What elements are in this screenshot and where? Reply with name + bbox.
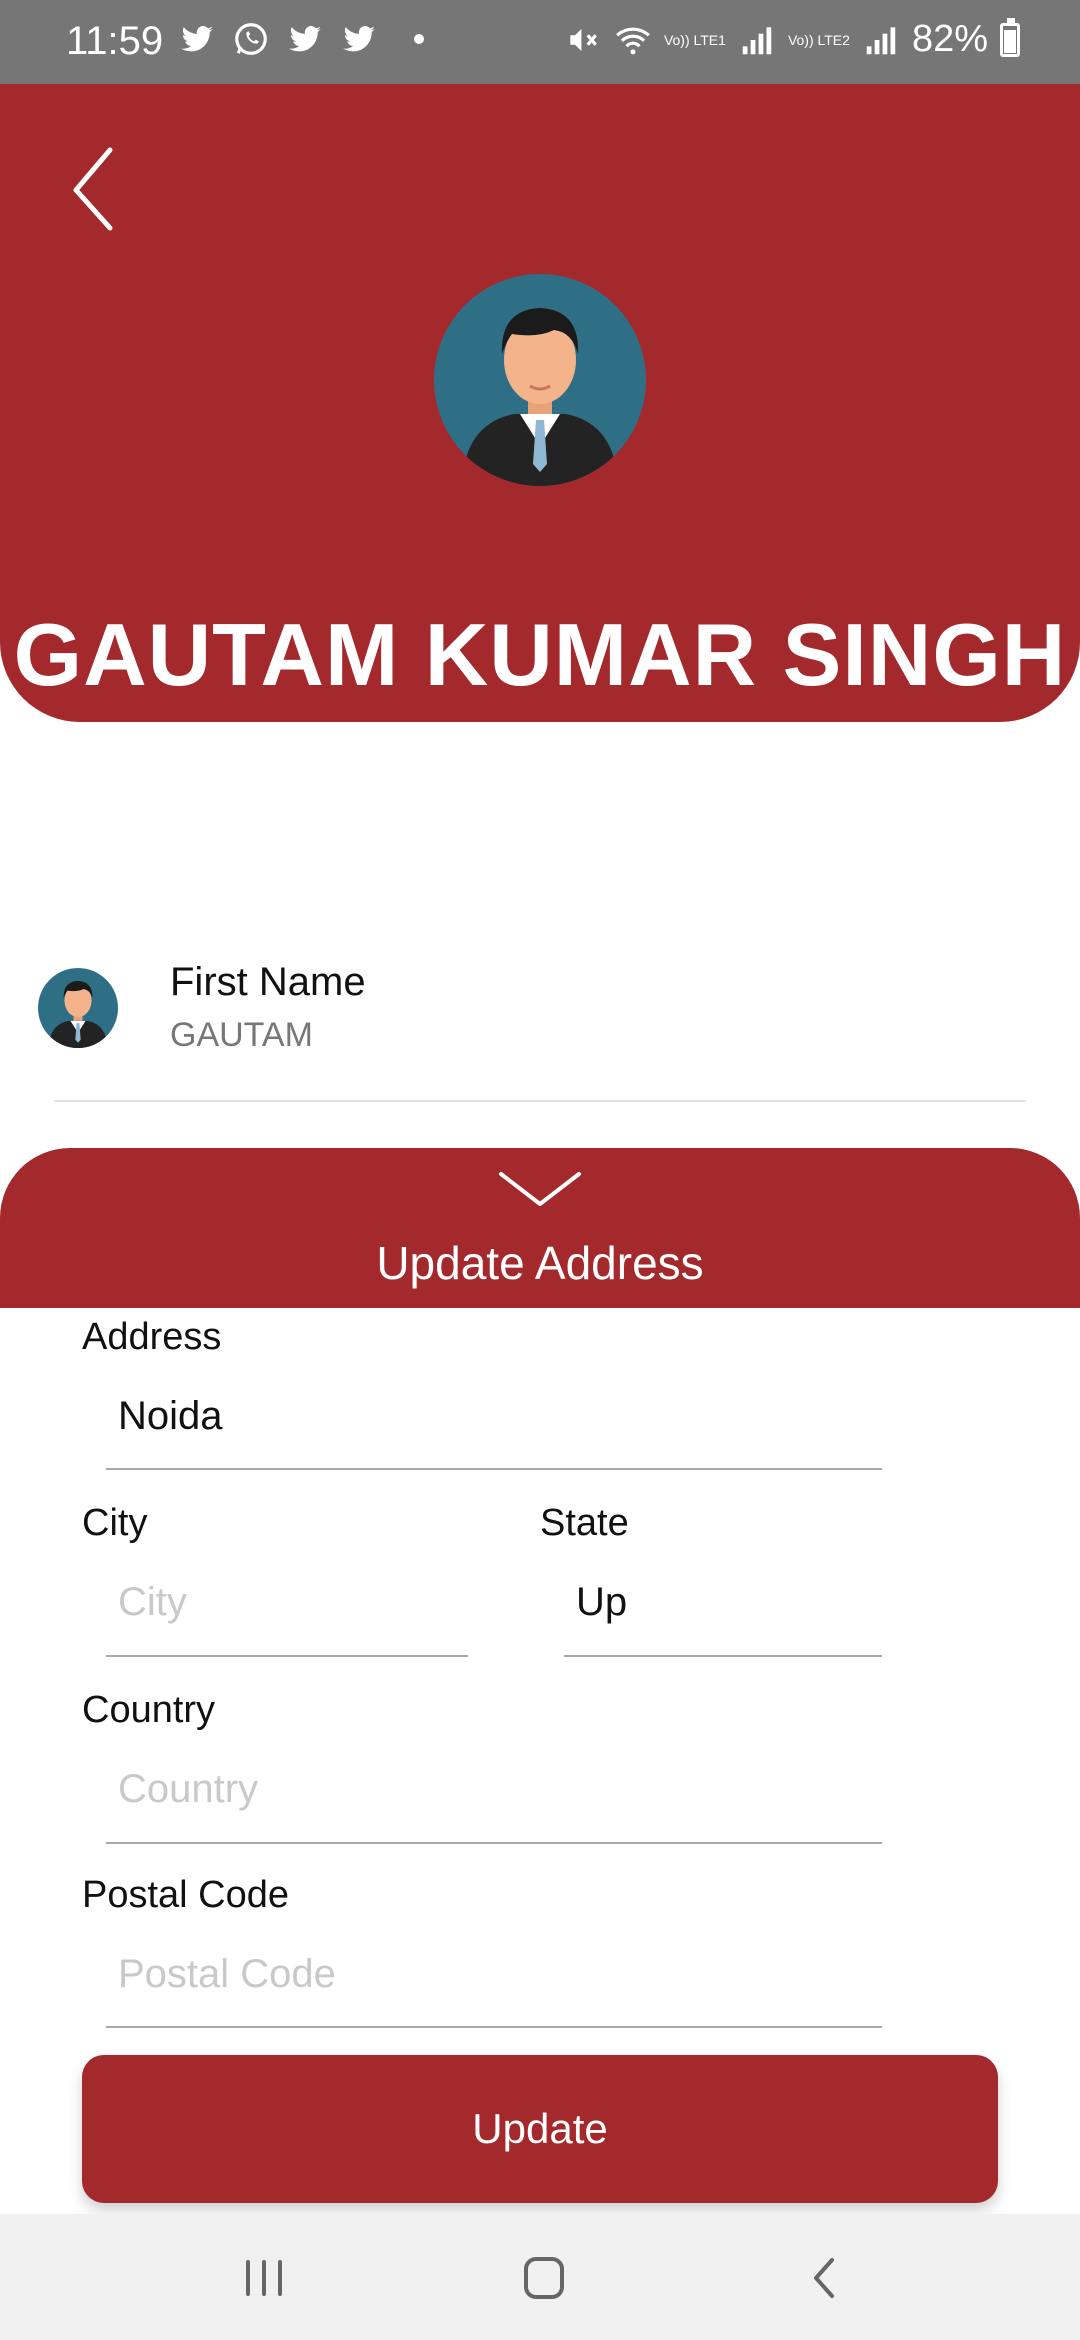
- lte2-label: Vo)) LTE2: [787, 31, 850, 48]
- home-icon[interactable]: [514, 2250, 574, 2306]
- profile-header: GAUTAM KUMAR SINGH: [0, 84, 1080, 722]
- status-time: 11:59: [66, 19, 164, 63]
- address-input[interactable]: [106, 1384, 882, 1448]
- user-avatar-icon: [38, 968, 118, 1048]
- user-avatar-icon[interactable]: [434, 274, 646, 486]
- chevron-down-icon[interactable]: [495, 1166, 585, 1216]
- back-icon[interactable]: [796, 2250, 856, 2306]
- update-button[interactable]: Update: [82, 2055, 998, 2203]
- system-nav-bar: [0, 2214, 1080, 2340]
- status-system-icons: Vo)) LTE1 Vo)) LTE2 82%: [564, 17, 1020, 61]
- update-address-panel: Update Address: [0, 1148, 1080, 1308]
- country-underline: [106, 1842, 882, 1844]
- recent-apps-icon[interactable]: [234, 2250, 294, 2306]
- postal-code-underline: [106, 2026, 882, 2028]
- country-input[interactable]: [106, 1757, 882, 1821]
- lte1-label: Vo)) LTE1: [663, 31, 726, 48]
- state-underline: [564, 1655, 882, 1657]
- battery-icon: [1000, 17, 1020, 57]
- status-notification-icons: [178, 20, 424, 58]
- address-underline: [106, 1468, 882, 1470]
- city-input[interactable]: [106, 1570, 468, 1634]
- signal-icon: [742, 26, 772, 54]
- whatsapp-icon: [235, 23, 267, 55]
- twitter-icon: [343, 26, 375, 52]
- battery-percent: 82%: [911, 18, 988, 60]
- first-name-label: First Name: [170, 960, 366, 1004]
- twitter-icon: [289, 26, 321, 52]
- country-label: Country: [82, 1689, 216, 1731]
- notification-dot-icon: [414, 34, 424, 44]
- state-input[interactable]: [564, 1570, 882, 1634]
- address-label: Address: [82, 1316, 222, 1358]
- first-name-value: GAUTAM: [170, 1016, 313, 1054]
- divider: [54, 1100, 1026, 1102]
- status-bar: 11:59 Vo)) LTE1 Vo)) LTE2 82%: [0, 0, 1080, 84]
- user-full-name: GAUTAM KUMAR SINGH: [13, 605, 1067, 704]
- mute-icon: [570, 28, 597, 51]
- wifi-icon: [616, 27, 650, 54]
- city-underline: [106, 1655, 468, 1657]
- state-label: State: [540, 1502, 629, 1544]
- update-address-title: Update Address: [376, 1237, 704, 1289]
- city-label: City: [82, 1502, 148, 1544]
- signal-icon: [866, 26, 896, 54]
- back-chevron-icon[interactable]: [60, 144, 130, 234]
- postal-code-input[interactable]: [106, 1942, 882, 2006]
- postal-code-label: Postal Code: [82, 1874, 290, 1916]
- twitter-icon: [181, 26, 213, 52]
- first-name-row[interactable]: First Name GAUTAM: [0, 960, 1080, 1100]
